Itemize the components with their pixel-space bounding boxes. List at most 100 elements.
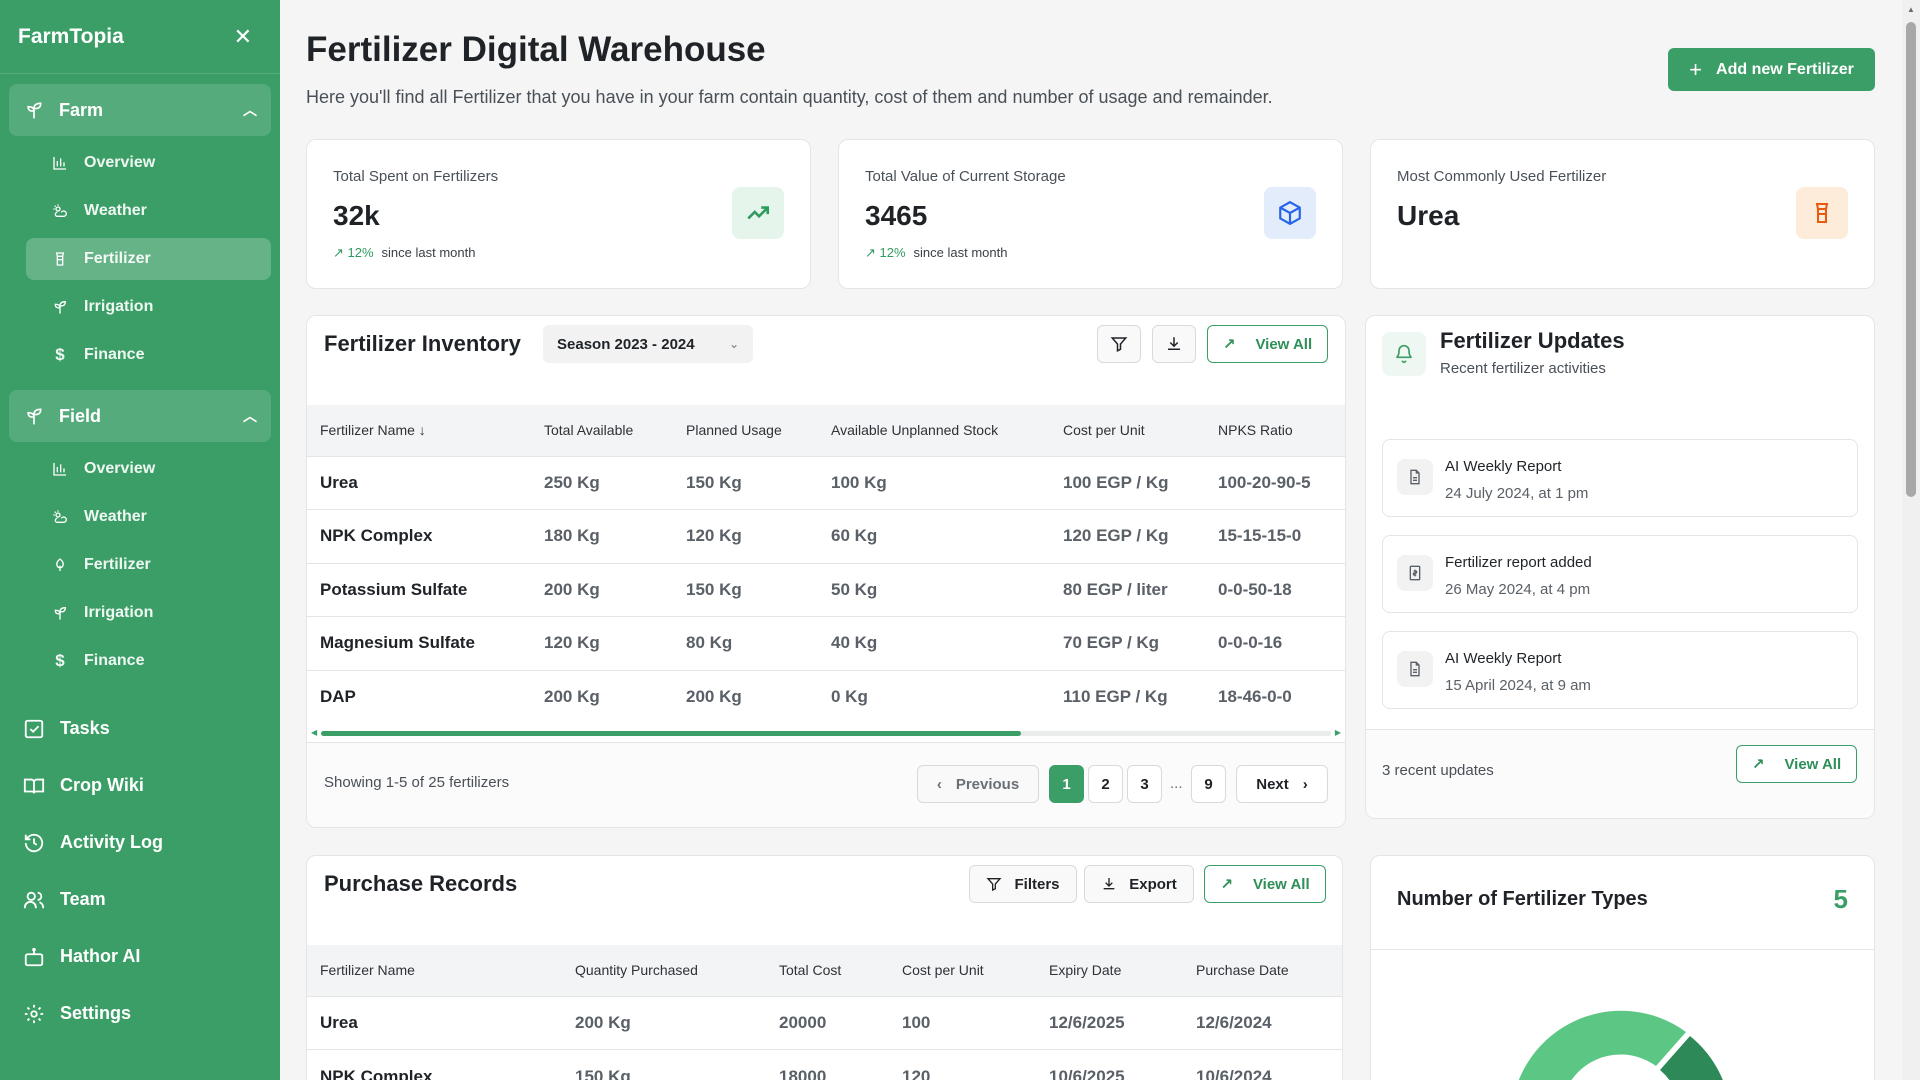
sidebar-item-field-weather[interactable]: Weather bbox=[26, 496, 271, 538]
update-date: 26 May 2024, at 4 pm bbox=[1445, 581, 1591, 598]
export-button[interactable]: Export bbox=[1084, 865, 1194, 903]
sprout-icon bbox=[50, 299, 70, 315]
updates-view-all-button[interactable]: ↗ View All bbox=[1736, 745, 1857, 783]
stat-label: Total Spent on Fertilizers bbox=[333, 168, 499, 185]
column-header: Available Unplanned Stock bbox=[818, 405, 1050, 456]
cell: 0-0-0-16 bbox=[1205, 616, 1345, 670]
cell: 0 Kg bbox=[818, 669, 1050, 724]
cell: 50 Kg bbox=[818, 562, 1050, 617]
list-item[interactable]: Fertilizer report added 26 May 2024, at … bbox=[1382, 535, 1858, 613]
sidebar-item-farm-overview[interactable]: Overview bbox=[26, 142, 271, 184]
page-button[interactable]: 3 bbox=[1127, 765, 1162, 803]
update-title: AI Weekly Report bbox=[1445, 458, 1562, 475]
cell: 10/6/2025 bbox=[1036, 1049, 1183, 1080]
list-item[interactable]: AI Weekly Report 24 July 2024, at 1 pm bbox=[1382, 439, 1858, 517]
chevron-up-icon[interactable]: ︿ bbox=[243, 100, 257, 120]
cell: 10/6/2024 bbox=[1183, 1049, 1342, 1080]
season-select[interactable]: Season 2023 - 2024 ⌄ bbox=[543, 325, 753, 363]
sidebar-item-field-overview[interactable]: Overview bbox=[26, 448, 271, 490]
scrollbar-thumb[interactable] bbox=[1906, 22, 1916, 497]
purchases-view-all-button[interactable]: ↗ View All bbox=[1204, 865, 1326, 903]
dollar-icon: $ bbox=[55, 651, 65, 670]
download-button[interactable] bbox=[1152, 325, 1196, 363]
sidebar-item-crop-wiki[interactable]: Crop Wiki bbox=[0, 757, 280, 814]
cell: 100-20-90-5 bbox=[1205, 455, 1345, 510]
cell: 15-15-15-0 bbox=[1205, 509, 1345, 563]
updates-subtitle: Recent fertilizer activities bbox=[1440, 360, 1606, 377]
cell-name: NPK Complex bbox=[307, 1049, 562, 1080]
document-icon bbox=[1397, 459, 1433, 495]
previous-page-button[interactable]: ‹ Previous bbox=[917, 765, 1039, 803]
stat-value: 3465 bbox=[865, 200, 928, 231]
sidebar-item-field-finance[interactable]: $ Finance bbox=[26, 640, 271, 682]
page-button[interactable]: 1 bbox=[1049, 765, 1084, 803]
download-icon bbox=[1168, 337, 1180, 350]
table-row[interactable]: DAP 200 Kg 200 Kg 0 Kg 110 EGP / Kg 18-4… bbox=[307, 669, 1345, 724]
sidebar-item-farm-finance[interactable]: $ Finance bbox=[26, 334, 271, 376]
sidebar-item-hathor-ai[interactable]: Hathor AI bbox=[0, 928, 280, 985]
cell: 40 Kg bbox=[818, 616, 1050, 670]
cell-name: Urea bbox=[307, 455, 531, 510]
showing-count: Showing 1-5 of 25 fertilizers bbox=[324, 774, 510, 791]
list-item[interactable]: AI Weekly Report 15 April 2024, at 9 am bbox=[1382, 631, 1858, 709]
stat-delta-text: since last month bbox=[381, 245, 476, 260]
sidebar-item-label: Overview bbox=[84, 154, 156, 171]
types-donut-chart bbox=[1518, 1010, 1723, 1080]
chevron-up-icon[interactable]: ︿ bbox=[243, 406, 257, 426]
table-header-row: Fertilizer Name ↓ Total Available Planne… bbox=[307, 405, 1345, 456]
filter-button[interactable] bbox=[1097, 325, 1141, 363]
sprout-icon bbox=[50, 605, 70, 621]
sidebar-item-label: Weather bbox=[84, 202, 147, 219]
sidebar-item-field-fertilizer[interactable]: Fertilizer bbox=[26, 544, 271, 586]
cell: 100 Kg bbox=[818, 455, 1050, 510]
cell: 60 Kg bbox=[818, 509, 1050, 563]
sidebar-group-field[interactable]: Field ︿ bbox=[9, 390, 271, 442]
sidebar-item-farm-weather[interactable]: Weather bbox=[26, 190, 271, 232]
checkbox-icon bbox=[22, 717, 46, 741]
chevron-down-icon: ⌄ bbox=[728, 337, 739, 351]
scroll-left-icon[interactable]: ◀ bbox=[311, 728, 317, 737]
brand-header: FarmTopia ✕ bbox=[0, 0, 280, 74]
cell: 180 Kg bbox=[531, 509, 673, 563]
sidebar-item-farm-irrigation[interactable]: Irrigation bbox=[26, 286, 271, 328]
history-icon bbox=[22, 831, 46, 855]
view-all-label: View All bbox=[1255, 335, 1313, 353]
sidebar-item-field-irrigation[interactable]: Irrigation bbox=[26, 592, 271, 634]
users-icon bbox=[22, 888, 46, 912]
view-all-label: View All bbox=[1784, 755, 1842, 773]
table-row[interactable]: NPK Complex 150 Kg 18000 120 10/6/2025 1… bbox=[307, 1049, 1342, 1080]
scrollbar-thumb[interactable] bbox=[321, 731, 1021, 736]
add-fertilizer-button[interactable]: + Add new Fertilizer bbox=[1668, 48, 1875, 91]
close-sidebar-icon[interactable]: ✕ bbox=[234, 25, 252, 48]
page-button[interactable]: 2 bbox=[1088, 765, 1123, 803]
sidebar-item-settings[interactable]: Settings bbox=[0, 985, 280, 1042]
arrow-up-right-icon: ↗ bbox=[1222, 336, 1236, 353]
sidebar-group-label: Farm bbox=[59, 99, 104, 120]
page-button[interactable]: 9 bbox=[1191, 765, 1226, 803]
report-icon bbox=[1397, 555, 1433, 591]
scroll-right-icon[interactable]: ▶ bbox=[1335, 728, 1341, 737]
bar-chart-icon bbox=[50, 461, 70, 477]
scroll-up-icon[interactable]: ▲ bbox=[1907, 5, 1915, 14]
table-row[interactable]: Potassium Sulfate 200 Kg 150 Kg 50 Kg 80… bbox=[307, 562, 1345, 617]
sidebar-item-team[interactable]: Team bbox=[0, 871, 280, 928]
column-header[interactable]: Fertilizer Name ↓ bbox=[307, 405, 531, 456]
document-icon bbox=[1397, 651, 1433, 687]
vertical-scrollbar[interactable]: ▲ bbox=[1902, 0, 1920, 1080]
table-row[interactable]: Magnesium Sulfate 120 Kg 80 Kg 40 Kg 70 … bbox=[307, 616, 1345, 670]
table-row[interactable]: Urea 250 Kg 150 Kg 100 Kg 100 EGP / Kg 1… bbox=[307, 455, 1345, 510]
next-page-button[interactable]: Next › bbox=[1236, 765, 1328, 803]
inventory-view-all-button[interactable]: ↗ View All bbox=[1207, 325, 1328, 363]
table-row[interactable]: NPK Complex 180 Kg 120 Kg 60 Kg 120 EGP … bbox=[307, 509, 1345, 563]
table-row[interactable]: Urea 200 Kg 20000 100 12/6/2025 12/6/202… bbox=[307, 995, 1342, 1050]
sidebar-item-activity-log[interactable]: Activity Log bbox=[0, 814, 280, 871]
bar-chart-icon bbox=[50, 155, 70, 171]
cell: 18-46-0-0 bbox=[1205, 669, 1345, 724]
sidebar-group-farm[interactable]: Farm ︿ bbox=[9, 84, 271, 136]
filter-icon bbox=[987, 878, 1002, 892]
sidebar-item-tasks[interactable]: Tasks bbox=[0, 700, 280, 757]
sidebar-item-farm-fertilizer[interactable]: Fertilizer bbox=[26, 238, 271, 280]
filters-button[interactable]: Filters bbox=[969, 865, 1077, 903]
sidebar-item-label: Irrigation bbox=[84, 298, 154, 315]
horizontal-scrollbar[interactable]: ◀ ▶ bbox=[307, 728, 1345, 738]
